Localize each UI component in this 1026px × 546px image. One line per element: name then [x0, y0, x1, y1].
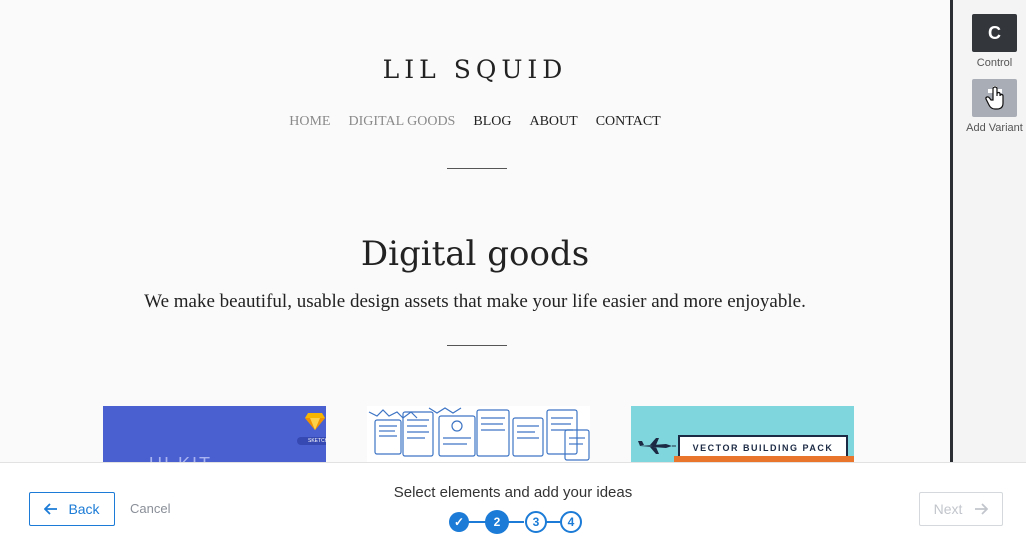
- step-connector: [508, 521, 524, 523]
- step-description: Select elements and add your ideas: [393, 484, 633, 501]
- product-card-vector-building-pack[interactable]: VECTOR BUILDING PACK: [631, 406, 854, 462]
- step-indicator: ✓ 2 3 4: [448, 510, 584, 534]
- divider-rule: [447, 168, 507, 169]
- hand-cursor-icon: [984, 86, 1004, 110]
- next-button[interactable]: Next: [919, 492, 1003, 526]
- site-title[interactable]: LIL SQUID: [0, 55, 950, 84]
- next-label: Next: [933, 501, 963, 517]
- nav-home[interactable]: HOME: [289, 114, 330, 130]
- nav-about[interactable]: ABOUT: [529, 114, 577, 130]
- add-variant-label: Add Variant: [966, 122, 1023, 134]
- cancel-link[interactable]: Cancel: [130, 501, 170, 516]
- documents-illustration: [368, 407, 590, 461]
- wizard-bar: Back Cancel Select elements and add your…: [0, 462, 1026, 546]
- add-variant-button[interactable]: [972, 79, 1017, 117]
- card-title: UI KIT: [149, 454, 212, 462]
- control-label: Control: [976, 57, 1013, 69]
- airplane-icon: [638, 438, 676, 454]
- nav-digital-goods[interactable]: DIGITAL GOODS: [349, 114, 456, 130]
- sketch-diamond-icon: [305, 413, 325, 430]
- step-2: 2: [485, 510, 509, 534]
- site-nav: HOME DIGITAL GOODS BLOG ABOUT CONTACT: [0, 114, 950, 130]
- site-preview[interactable]: LIL SQUID HOME DIGITAL GOODS BLOG ABOUT …: [0, 0, 950, 462]
- arrow-left-icon: [44, 503, 58, 515]
- sketch-badge: SKETCH: [297, 437, 326, 445]
- variants-panel: [953, 0, 1026, 462]
- nav-blog[interactable]: BLOG: [473, 114, 511, 130]
- divider-rule: [447, 345, 507, 346]
- control-variant-button[interactable]: C: [972, 14, 1017, 52]
- arrow-right-icon: [975, 503, 989, 515]
- nav-contact[interactable]: CONTACT: [596, 114, 661, 130]
- back-label: Back: [68, 501, 100, 517]
- step-connector: [546, 521, 560, 523]
- page-heading[interactable]: Digital goods: [0, 234, 950, 274]
- step-4: 4: [560, 511, 582, 533]
- product-card-icons[interactable]: [367, 406, 590, 462]
- product-card-ui-kit[interactable]: UI KIT SKETCH: [103, 406, 326, 462]
- page-subheading[interactable]: We make beautiful, usable design assets …: [0, 291, 950, 313]
- step-3: 3: [525, 511, 547, 533]
- step-connector: [468, 521, 486, 523]
- step-1-check-icon[interactable]: ✓: [449, 512, 469, 532]
